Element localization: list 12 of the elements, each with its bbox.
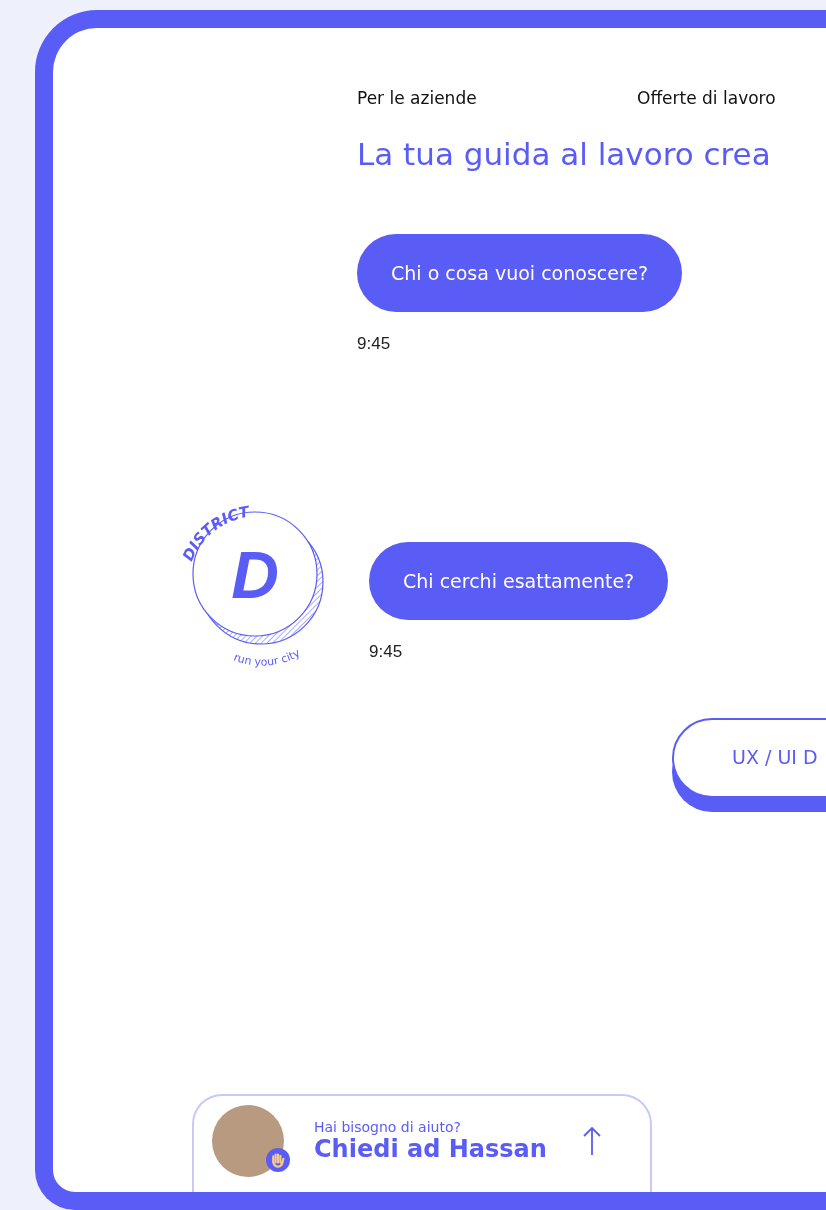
waving-hand-icon — [266, 1148, 290, 1172]
message-time: 9:45 — [369, 642, 404, 662]
chat-bubble: Chi cerchi esattamente? — [369, 542, 669, 620]
help-subtitle: Hai bisogno di aiuto? — [314, 1119, 462, 1135]
page-heading: La tua guida al lavoro crea — [357, 136, 772, 172]
help-card[interactable]: Hai bisogno di aiuto? Chiedi ad Hassan — [192, 1094, 652, 1192]
help-title: Chiedi ad Hassan — [314, 1135, 548, 1163]
up-arrow-icon[interactable] — [582, 1126, 602, 1156]
nav-link[interactable]: Per le aziende — [357, 88, 637, 108]
nav-link[interactable]: Offerte di lavoro — [637, 88, 826, 108]
chat-bubble: Chi o cosa vuoi conoscere? — [357, 234, 683, 312]
message-time: 9:45 — [357, 334, 392, 354]
